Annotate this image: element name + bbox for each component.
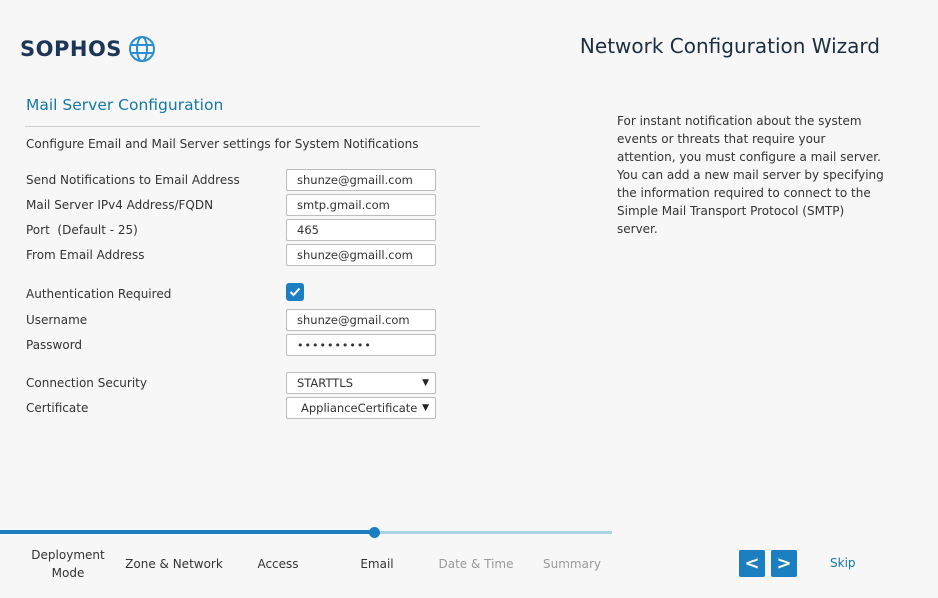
from-email-label: From Email Address xyxy=(26,248,145,262)
notify-email-label: Send Notifications to Email Address xyxy=(26,173,240,187)
chevron-left-icon: < xyxy=(744,553,760,574)
next-button[interactable]: > xyxy=(771,550,797,577)
certificate-value: ApplianceCertificate xyxy=(301,401,418,415)
previous-button[interactable]: < xyxy=(739,550,765,577)
notify-email-input[interactable]: shunze@gmaill.com xyxy=(286,169,436,191)
chevron-right-icon: > xyxy=(776,553,792,574)
port-input[interactable]: 465 xyxy=(286,219,436,241)
from-email-input[interactable]: shunze@gmaill.com xyxy=(286,244,436,266)
checkmark-icon xyxy=(289,287,301,297)
password-input[interactable]: •••••••••• xyxy=(286,334,436,356)
mail-server-label: Mail Server IPv4 Address/FQDN xyxy=(26,198,214,212)
auth-required-checkbox[interactable] xyxy=(286,283,304,301)
step-access: Access xyxy=(257,557,299,571)
step-zone-network: Zone & Network xyxy=(125,557,223,571)
certificate-label: Certificate xyxy=(26,401,89,415)
globe-icon xyxy=(128,36,155,62)
skip-link[interactable]: Skip xyxy=(830,556,856,570)
step-summary: Summary xyxy=(543,557,601,571)
step-label-line1: Deployment xyxy=(31,548,105,562)
connection-security-value: STARTTLS xyxy=(297,376,354,390)
sophos-logo: SOPHOS xyxy=(20,35,156,63)
step-date-time: Date & Time xyxy=(438,557,514,571)
mail-server-input[interactable]: smtp.gmail.com xyxy=(286,194,436,216)
connection-security-select[interactable]: STARTTLS ▼ xyxy=(286,372,436,394)
section-divider xyxy=(25,126,480,127)
password-label: Password xyxy=(26,338,83,352)
step-email: Email xyxy=(360,557,394,571)
section-intro: Configure Email and Mail Server settings… xyxy=(26,137,419,151)
username-input[interactable]: shunze@gmail.com xyxy=(286,309,436,331)
progress-fill xyxy=(0,530,375,534)
username-label: Username xyxy=(26,313,88,327)
auth-required-label: Authentication Required xyxy=(26,287,172,301)
section-title: Mail Server Configuration xyxy=(26,96,224,114)
help-text: For instant notification about the syste… xyxy=(617,114,884,236)
step-label-line2: Mode xyxy=(51,566,85,580)
step-deployment-mode: Deployment Mode xyxy=(28,546,108,582)
port-label: Port (Default - 25) xyxy=(26,223,138,237)
certificate-select[interactable]: ApplianceCertificate ▼ xyxy=(286,397,436,419)
brand-name: SOPHOS xyxy=(20,37,122,61)
dropdown-arrow-icon: ▼ xyxy=(422,378,429,388)
connection-security-label: Connection Security xyxy=(26,376,147,390)
progress-current-marker xyxy=(369,527,380,538)
wizard-title: Network Configuration Wizard xyxy=(579,34,880,58)
dropdown-arrow-icon: ▼ xyxy=(422,403,429,413)
